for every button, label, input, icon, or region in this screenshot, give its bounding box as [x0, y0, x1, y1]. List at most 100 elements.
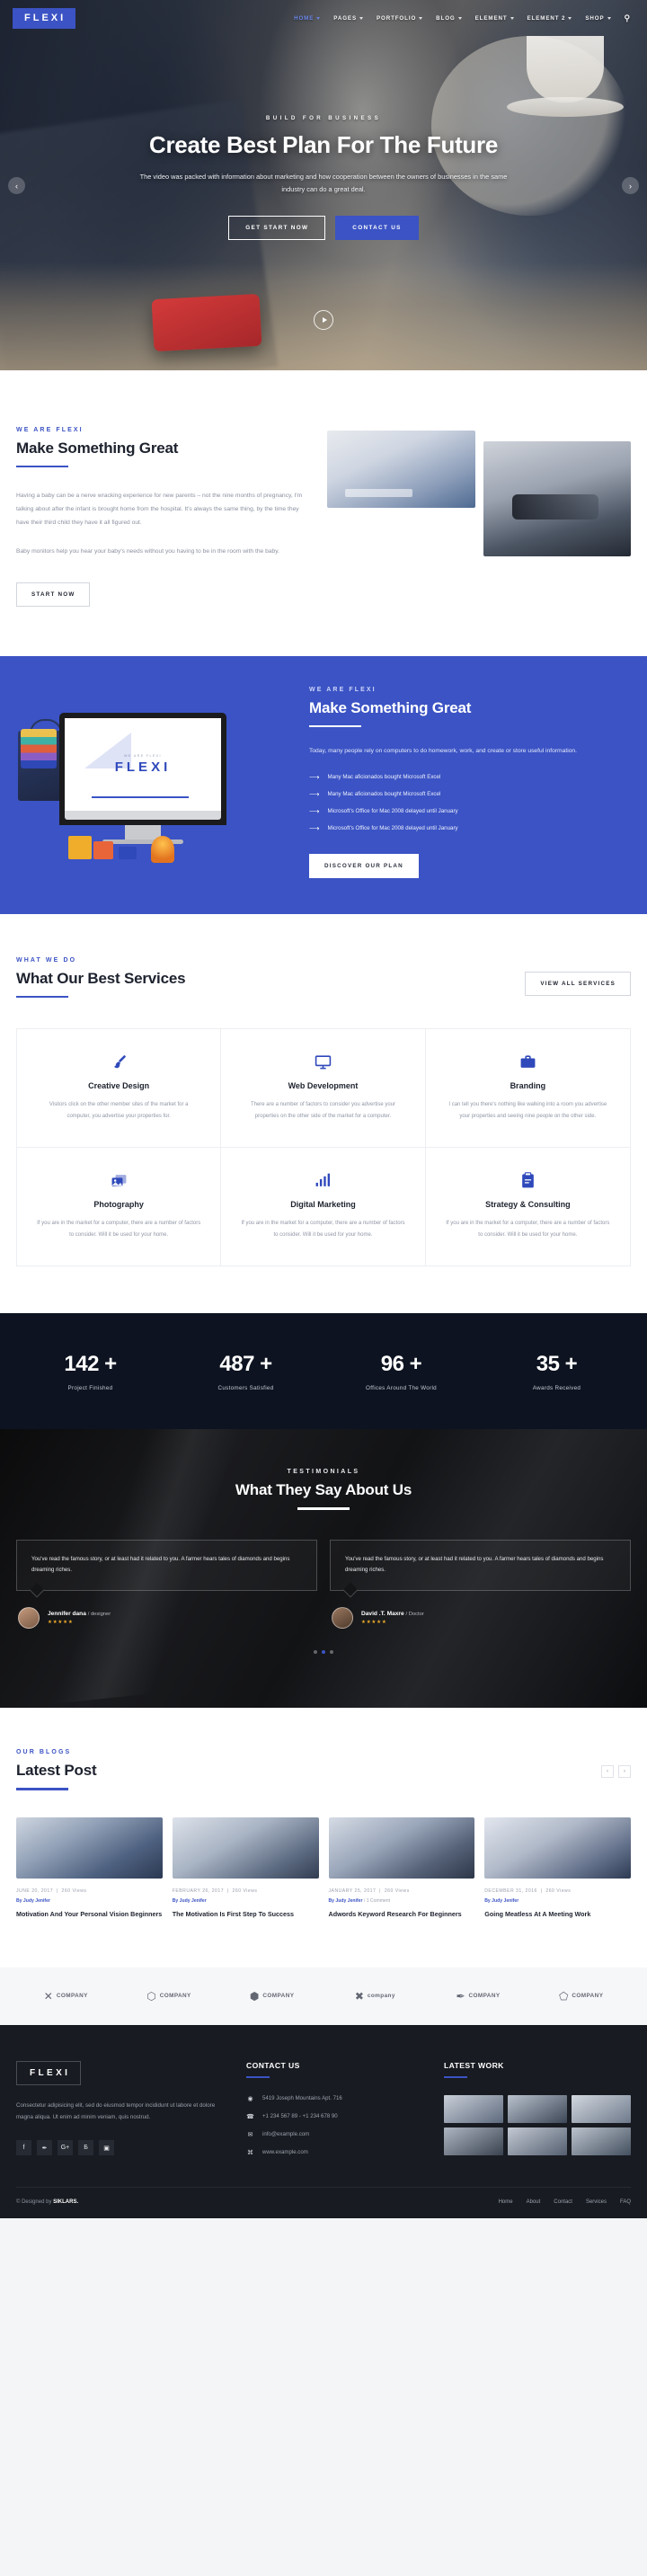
nav-label: PAGES [333, 14, 357, 22]
blog-post-author: By Judy Jenifer [173, 1898, 319, 1904]
nav-label: ELEMENT 2 [527, 14, 566, 22]
carousel-dot-active[interactable] [322, 1650, 325, 1655]
blog-prev-button[interactable]: ‹ [601, 1765, 614, 1779]
imac-stand [125, 824, 161, 839]
blog-post-author: By Judy Jenifer / 1 Comment [328, 1897, 391, 1904]
nav-item-shop[interactable]: SHOP [585, 15, 611, 22]
work-thumbnail[interactable] [508, 2127, 567, 2155]
brand-logo[interactable]: ⬠ COMPANY [559, 1991, 603, 2002]
contact-website-row[interactable]: ⌘ www.example.com [246, 2149, 426, 2156]
brand-logo[interactable]: ✒ COMPANY [456, 1991, 500, 2002]
work-thumbnail[interactable] [572, 2127, 631, 2155]
facebook-icon[interactable]: f [16, 2140, 31, 2156]
service-title: Creative Design [88, 1080, 150, 1090]
service-text: If you are in the market for a computer,… [241, 1221, 405, 1238]
work-thumbnail[interactable] [508, 2094, 567, 2123]
service-card-branding[interactable]: Branding I can tell you there's nothing … [425, 1029, 630, 1149]
service-card-web-development[interactable]: Web Development There are a number of fa… [221, 1028, 426, 1149]
service-card-photography[interactable]: Photography If you are in the market for… [17, 1148, 222, 1266]
contact-phone-row[interactable]: ☎ +1 234 567 89 - +1 234 678 90 [246, 2113, 426, 2120]
counter-offices-around-world: 96 + Offices Around The World [324, 1352, 479, 1391]
brand-logo[interactable]: ✖ company [355, 1991, 395, 2002]
search-icon[interactable]: ⚲ [625, 13, 632, 23]
footer-link-services[interactable]: Services [586, 2199, 607, 2205]
brand-mark-icon: ⬠ [558, 1989, 569, 2003]
blog-header: OUR BLOGS Latest Post ‹ › [16, 1749, 631, 1790]
section-rule [16, 466, 68, 468]
play-icon[interactable] [314, 310, 333, 330]
google-plus-icon[interactable]: G+ [58, 2140, 73, 2156]
post-author-name: By Judy Jenifer [484, 1897, 519, 1904]
blog-next-button[interactable]: › [618, 1765, 631, 1779]
get-start-now-button[interactable]: GET START NOW [228, 215, 326, 240]
work-thumbnail[interactable] [444, 2094, 503, 2123]
brand-logo[interactable]: ⬢ COMPANY [250, 1991, 294, 2002]
nav-item-element[interactable]: ELEMENT [475, 15, 514, 22]
start-now-button[interactable]: START NOW [16, 582, 91, 607]
service-card-digital-marketing[interactable]: Digital Marketing If you are in the mark… [221, 1148, 426, 1266]
service-card-creative-design[interactable]: Creative Design Visitors click on the ot… [17, 1028, 222, 1149]
behance-icon[interactable]: Б [78, 2140, 93, 2156]
nav-item-element-2[interactable]: ELEMENT 2 [527, 15, 572, 22]
service-card-strategy-consulting[interactable]: Strategy & Consulting If you are in the … [426, 1148, 630, 1266]
testimonials-list: You've read the famous story, or at leas… [16, 1539, 631, 1630]
blog-post-card[interactable]: JUNE 20, 2017 | 260 Views By Judy Jenife… [16, 1817, 163, 1919]
blog-section: OUR BLOGS Latest Post ‹ › JUNE 20, 2017 … [0, 1708, 647, 1968]
imac-screen-content: WE ARE FLEXI FLEXI [65, 717, 221, 811]
about-eyebrow: WE ARE FLEXI [16, 427, 84, 433]
post-date: JANUARY 25, 2017 [328, 1888, 377, 1894]
contact-email-row[interactable]: ✉ info@example.com [246, 2131, 426, 2138]
blog-post-card[interactable]: FEBRUARY 26, 2017 | 260 Views By Judy Je… [172, 1817, 319, 1919]
twitter-icon[interactable]: ✒ [37, 2140, 52, 2156]
imac-chin [65, 810, 221, 820]
brand-name: COMPANY [468, 1993, 501, 2000]
footer-logo[interactable]: FLEXI [16, 2060, 82, 2085]
hero-prev-button[interactable]: ‹ [8, 177, 25, 194]
role-text: Doctor [408, 1612, 424, 1618]
contact-us-button[interactable]: CONTACT US [335, 215, 419, 240]
hero-next-button[interactable]: › [622, 177, 639, 194]
nav-item-blog[interactable]: BLOG [436, 15, 462, 22]
post-views: 260 Views [61, 1888, 87, 1894]
blog-post-image [172, 1817, 319, 1879]
footer-link-about[interactable]: About [527, 2199, 541, 2205]
paintbrush-icon [37, 1053, 200, 1071]
section-rule [444, 2075, 467, 2078]
brand-logo[interactable]: ✕ COMPANY [44, 1991, 88, 2002]
section-rule [16, 995, 68, 998]
hero-eyebrow: BUILD FOR BUSINESS [265, 115, 382, 121]
blog-post-card[interactable]: DECEMBER 31, 2016 | 260 Views By Judy Je… [484, 1817, 631, 1919]
work-thumbnail[interactable] [444, 2127, 503, 2155]
work-thumbnail[interactable] [572, 2094, 631, 2123]
brand-name: COMPANY [159, 1993, 191, 2000]
nav-item-portfolio[interactable]: PORTFOLIO [377, 15, 423, 22]
list-item: ⟶ Microsoft's Office for Mac 2008 delayed… [309, 807, 624, 815]
footer-link-contact[interactable]: Contact [554, 2199, 572, 2205]
contact-text: 5419 Joseph Mountains Apt. 716 [262, 2095, 342, 2102]
bar-chart-icon [241, 1171, 404, 1190]
footer-link-faq[interactable]: FAQ [620, 2199, 631, 2205]
view-all-services-button[interactable]: VIEW ALL SERVICES [525, 971, 631, 996]
carousel-dot[interactable] [314, 1650, 317, 1655]
testimonial-quote-bubble: You've read the famous story, or at leas… [330, 1539, 631, 1592]
nav-item-pages[interactable]: PAGES [333, 15, 363, 22]
service-title: Branding [510, 1080, 546, 1090]
carousel-dot[interactable] [330, 1650, 333, 1655]
testimonial-author-info: Jennifer dana / designer ★★★★★ [48, 1611, 111, 1625]
instagram-icon[interactable]: ▣ [99, 2140, 114, 2156]
cube-graphic-1 [68, 835, 92, 859]
nav-item-home[interactable]: HOME [294, 15, 321, 22]
blog-post-title: Going Meatless At A Meeting Work [484, 1909, 591, 1918]
footer-link-home[interactable]: Home [499, 2199, 513, 2205]
clipboard-icon [446, 1171, 610, 1190]
color-swatch-graphic [21, 728, 57, 768]
site-logo[interactable]: FLEXI [13, 7, 76, 29]
brand-logo[interactable]: ⬡ COMPANY [146, 1991, 191, 2002]
feature-list: ⟶ Many Mac aficionados bought Microsoft E… [309, 773, 624, 832]
counter-number: 96 + [380, 1352, 422, 1377]
blog-post-card[interactable]: JANUARY 25, 2017 | 260 Views By Judy Jen… [328, 1817, 475, 1919]
section-rule [297, 1507, 350, 1510]
discover-our-plan-button[interactable]: DISCOVER OUR PLAN [309, 853, 419, 878]
cube-graphic-2 [93, 840, 113, 859]
imac-graphic: WE ARE FLEXI FLEXI [59, 712, 226, 844]
